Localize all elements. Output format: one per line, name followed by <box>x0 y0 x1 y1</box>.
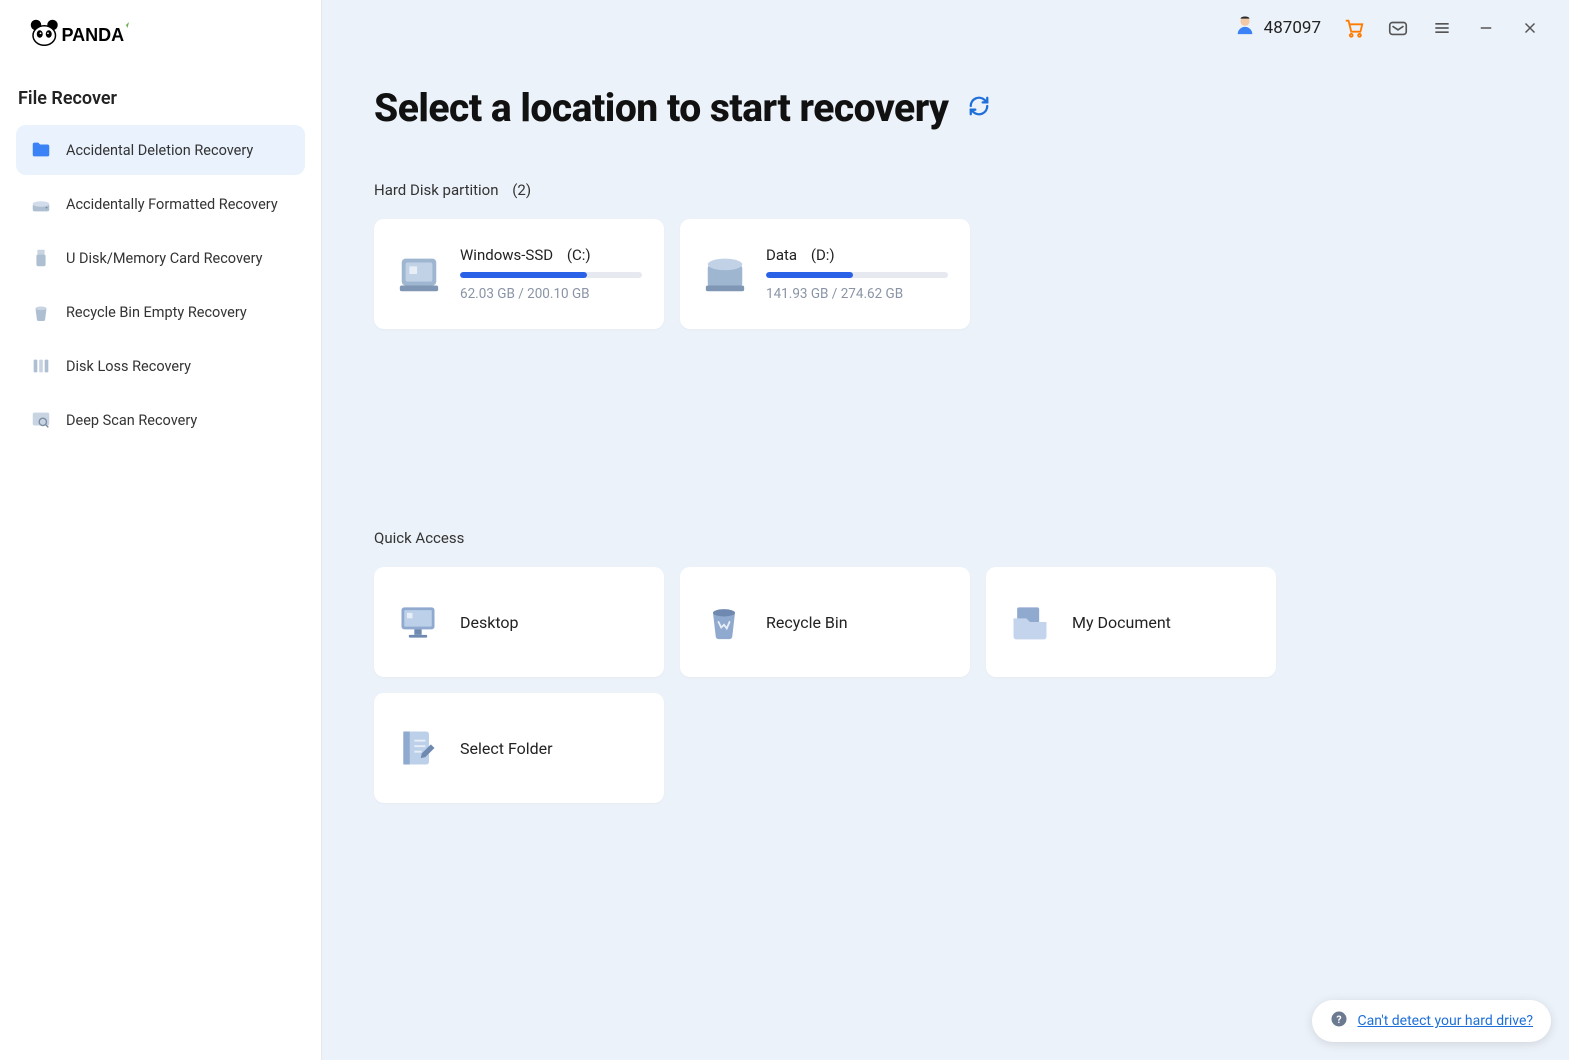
usb-icon <box>30 247 52 269</box>
sidebar-item-formatted[interactable]: Accidentally Formatted Recovery <box>16 179 305 229</box>
close-icon[interactable] <box>1519 17 1541 39</box>
disk-usage-text: 141.93 GB / 274.62 GB <box>766 286 948 302</box>
usage-fill <box>766 272 853 278</box>
sidebar-nav: Accidental Deletion Recovery Accidentall… <box>0 125 321 445</box>
svg-text:?: ? <box>1336 1013 1341 1026</box>
page-title: Select a location to start recovery <box>374 85 948 131</box>
sidebar-item-label: U Disk/Memory Card Recovery <box>66 250 262 267</box>
help-pill[interactable]: ? Can't detect your hard drive? <box>1312 1000 1551 1042</box>
sidebar-item-label: Accidental Deletion Recovery <box>66 142 253 159</box>
ssd-icon <box>396 251 442 297</box>
usage-bar <box>460 272 642 278</box>
user-account[interactable]: 487097 <box>1234 14 1321 41</box>
user-id: 487097 <box>1264 18 1321 38</box>
mail-icon[interactable] <box>1387 17 1409 39</box>
help-icon: ? <box>1330 1010 1348 1032</box>
disk-usage-text: 62.03 GB / 200.10 GB <box>460 286 642 302</box>
quick-card-my-document[interactable]: My Document <box>986 567 1276 677</box>
disk-info: Data (D:) 141.93 GB / 274.62 GB <box>766 246 948 302</box>
cart-icon[interactable] <box>1343 17 1365 39</box>
sidebar-item-label: Disk Loss Recovery <box>66 358 191 375</box>
folder-icon <box>30 139 52 161</box>
header-bar: 487097 <box>322 0 1569 55</box>
usage-bar <box>766 272 948 278</box>
sidebar-item-deep-scan[interactable]: Deep Scan Recovery <box>16 395 305 445</box>
sidebar-item-label: Accidentally Formatted Recovery <box>66 196 278 213</box>
document-folder-icon <box>1008 600 1052 644</box>
sidebar: PANDA File Recover Accidental Deletion R… <box>0 0 322 1060</box>
disk-section-label: Hard Disk partition (2) <box>374 181 1517 199</box>
hdd-icon <box>30 193 52 215</box>
quick-label: My Document <box>1072 613 1171 632</box>
quick-section-label: Quick Access <box>374 529 1517 547</box>
svg-text:PANDA: PANDA <box>62 25 125 45</box>
avatar-icon <box>1234 14 1256 41</box>
hdd-icon <box>702 251 748 297</box>
page-title-row: Select a location to start recovery <box>374 85 1517 131</box>
sidebar-item-label: Recycle Bin Empty Recovery <box>66 304 247 321</box>
help-link[interactable]: Can't detect your hard drive? <box>1358 1013 1533 1029</box>
magnify-disk-icon <box>30 409 52 431</box>
usage-fill <box>460 272 587 278</box>
disk-card-c[interactable]: Windows-SSD (C:) 62.03 GB / 200.10 GB <box>374 219 664 329</box>
disk-info: Windows-SSD (C:) 62.03 GB / 200.10 GB <box>460 246 642 302</box>
app-root: PANDA File Recover Accidental Deletion R… <box>0 0 1569 1060</box>
refresh-icon[interactable] <box>968 95 990 121</box>
desktop-icon <box>396 600 440 644</box>
minimize-icon[interactable] <box>1475 17 1497 39</box>
content-area: Select a location to start recovery Hard… <box>322 55 1569 803</box>
sidebar-item-accidental-deletion[interactable]: Accidental Deletion Recovery <box>16 125 305 175</box>
quick-card-desktop[interactable]: Desktop <box>374 567 664 677</box>
main-panel: 487097 Select a location to start recove… <box>322 0 1569 1060</box>
disk-cards-row: Windows-SSD (C:) 62.03 GB / 200.10 GB <box>374 219 1517 329</box>
sidebar-item-recycle-bin[interactable]: Recycle Bin Empty Recovery <box>16 287 305 337</box>
sidebar-item-label: Deep Scan Recovery <box>66 412 197 429</box>
sidebar-item-disk-loss[interactable]: Disk Loss Recovery <box>16 341 305 391</box>
note-edit-icon <box>396 726 440 770</box>
panda-logo-icon: PANDA <box>30 18 150 50</box>
disk-name: Windows-SSD (C:) <box>460 246 642 264</box>
quick-label: Select Folder <box>460 739 553 758</box>
quick-card-select-folder[interactable]: Select Folder <box>374 693 664 803</box>
trash-icon <box>702 600 746 644</box>
quick-label: Desktop <box>460 613 519 632</box>
trash-icon <box>30 301 52 323</box>
sidebar-item-udisk[interactable]: U Disk/Memory Card Recovery <box>16 233 305 283</box>
disk-name: Data (D:) <box>766 246 948 264</box>
quick-label: Recycle Bin <box>766 613 848 632</box>
brand-logo: PANDA <box>0 0 321 80</box>
quick-cards-row: Desktop Recycle Bin My Document <box>374 567 1517 803</box>
quick-card-recycle-bin[interactable]: Recycle Bin <box>680 567 970 677</box>
sidebar-section-title: File Recover <box>0 80 321 125</box>
disk-card-d[interactable]: Data (D:) 141.93 GB / 274.62 GB <box>680 219 970 329</box>
menu-icon[interactable] <box>1431 17 1453 39</box>
disk-slices-icon <box>30 355 52 377</box>
quick-access-section: Quick Access Desktop Recycle Bin <box>374 529 1517 803</box>
